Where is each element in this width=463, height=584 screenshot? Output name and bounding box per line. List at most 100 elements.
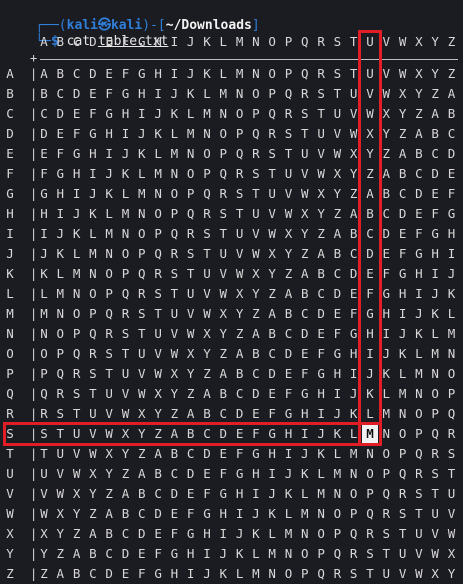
table-cell: O <box>56 326 65 341</box>
table-cell: X <box>56 506 65 521</box>
table-cell: X <box>284 226 293 241</box>
table-cell: I <box>252 486 260 501</box>
table-cell: Q <box>105 306 113 321</box>
table-cell: T <box>56 426 65 441</box>
table-cell: T <box>72 406 81 421</box>
prompt-path: ~/Downloads <box>165 18 252 33</box>
table-cell: Y <box>447 566 456 581</box>
table-cell: R <box>349 546 358 561</box>
table-cell: U <box>121 366 130 381</box>
table-cell: D <box>252 386 260 401</box>
table-cell: M <box>186 126 195 141</box>
table-cell: U <box>219 246 228 261</box>
table-cell: V <box>219 266 228 281</box>
table-cell: P <box>56 346 65 361</box>
table-cell: V <box>333 126 342 141</box>
table-cell: X <box>186 346 195 361</box>
table-cell: H <box>235 486 244 501</box>
table-cell: A <box>284 286 293 301</box>
table-cell: Q <box>170 226 179 241</box>
table-cell: M <box>398 386 407 401</box>
table-cell: W <box>317 166 325 181</box>
row-header-k: K <box>6 266 14 281</box>
column-header-v: V <box>382 34 391 49</box>
table-cell: J <box>398 326 407 341</box>
table-cell: U <box>170 306 179 321</box>
table-cell: P <box>268 86 276 101</box>
table-cell: I <box>170 66 179 81</box>
table-cell: R <box>431 446 439 461</box>
table-cell: Q <box>252 126 260 141</box>
table-cell: D <box>219 426 228 441</box>
row-header-w: W <box>6 506 14 521</box>
table-cell: B <box>382 186 391 201</box>
table-cell: M <box>105 226 113 241</box>
table-cell: W <box>203 306 211 321</box>
table-cell: W <box>366 106 374 121</box>
table-cell: Y <box>235 306 244 321</box>
table-cell: D <box>154 506 162 521</box>
table-cell: Z <box>40 566 48 581</box>
table-cell: B <box>268 326 276 341</box>
table-cell: T <box>203 246 211 261</box>
table-cell: V <box>56 466 65 481</box>
table-cell: N <box>447 346 456 361</box>
table-cell: E <box>235 426 244 441</box>
table-cell: E <box>366 266 374 281</box>
column-header-d: D <box>89 34 97 49</box>
table-cell: C <box>382 206 391 221</box>
table-cell: X <box>203 326 211 341</box>
table-cell: I <box>219 526 228 541</box>
table-cell: I <box>154 86 162 101</box>
table-cell: E <box>170 506 179 521</box>
table-cell: H <box>40 206 48 221</box>
table-cell: L <box>105 206 113 221</box>
table-cell: U <box>40 466 48 481</box>
table-cell: O <box>447 366 456 381</box>
table-cell: F <box>382 266 391 281</box>
table-cell: V <box>398 566 407 581</box>
table-cell: K <box>72 226 81 241</box>
table-cell: E <box>447 166 456 181</box>
table-cell: H <box>447 226 456 241</box>
table-cell: U <box>56 446 65 461</box>
table-cell: I <box>284 446 293 461</box>
table-cell: K <box>89 206 97 221</box>
table-cell: Z <box>382 146 391 161</box>
row-header-f: F <box>6 166 14 181</box>
table-cell: T <box>235 206 244 221</box>
table-cell: D <box>333 286 342 301</box>
table-cell: O <box>105 266 113 281</box>
table-cell: Q <box>366 506 374 521</box>
column-header-p: P <box>284 34 293 49</box>
column-header-l: L <box>219 34 228 49</box>
table-cell: H <box>72 166 81 181</box>
table-cell: X <box>138 406 146 421</box>
table-cell: N <box>398 406 407 421</box>
table-cell: Q <box>203 186 211 201</box>
table-cell: O <box>382 446 391 461</box>
table-cell: U <box>301 146 309 161</box>
table-cell: I <box>301 426 309 441</box>
table-cell: I <box>431 266 439 281</box>
table-cell: P <box>138 246 146 261</box>
table-cell: T <box>138 326 146 341</box>
table-cell: Z <box>89 506 97 521</box>
table-cell: U <box>349 86 358 101</box>
table-cell: C <box>105 546 113 561</box>
table-cell: U <box>317 126 325 141</box>
table-cell: F <box>40 166 48 181</box>
table-cell: U <box>235 226 244 241</box>
table-cell: B <box>431 126 439 141</box>
table-cell: I <box>40 226 48 241</box>
column-header-x: X <box>415 34 423 49</box>
table-cell: O <box>268 66 276 81</box>
table-cell: U <box>186 286 195 301</box>
table-cell: P <box>252 106 260 121</box>
table-cell: Q <box>40 386 48 401</box>
table-cell: H <box>284 426 293 441</box>
table-cell: L <box>284 506 293 521</box>
table-cell: V <box>415 546 423 561</box>
table-cell: Q <box>121 286 130 301</box>
table-cell: H <box>154 66 162 81</box>
